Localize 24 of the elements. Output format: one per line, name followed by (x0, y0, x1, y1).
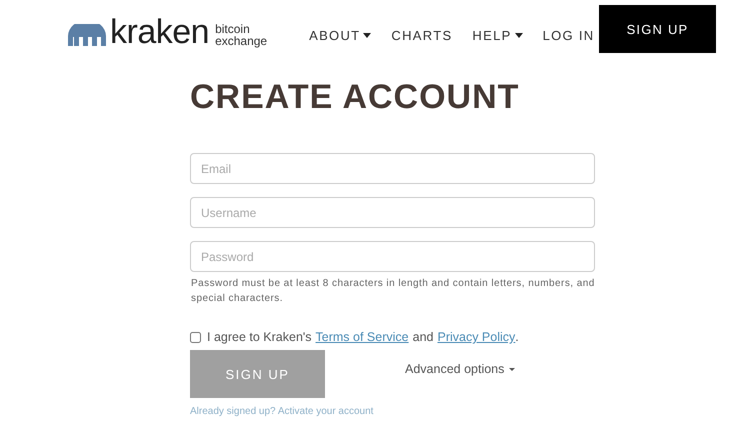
page-title: CREATE ACCOUNT (190, 78, 520, 117)
agree-text: and (412, 330, 434, 344)
input-field[interactable]: Password (190, 241, 595, 272)
agree-text: . (515, 330, 519, 344)
input-field[interactable]: Username (190, 197, 595, 228)
input-field[interactable]: Email (190, 153, 595, 184)
agree-checkbox[interactable] (190, 332, 201, 342)
privacy-link[interactable]: Privacy Policy (437, 330, 516, 344)
caret-icon (363, 32, 372, 38)
caret-icon (514, 32, 523, 38)
password-hint: Password must be at least 8 characters in length and contain letters, numbers, and special characters. (191, 277, 595, 306)
logo-tagline: bitcoin (215, 23, 251, 35)
nav-link[interactable]: CHARTS (391, 28, 452, 42)
sign-up-button[interactable]: SIGN UP (599, 5, 716, 53)
agree-text: I agree to Kraken's (207, 330, 312, 344)
nav-link[interactable]: HELP (472, 28, 523, 42)
nav-link[interactable]: ABOUT (309, 28, 372, 42)
caret-icon (509, 368, 516, 370)
logo-icon (68, 24, 106, 46)
logo-tagline: exchange (215, 35, 268, 47)
advanced-options-link[interactable]: Advanced options (405, 362, 516, 376)
nav-link[interactable]: LOG IN (542, 28, 594, 42)
terms-link[interactable]: Terms of Service (316, 330, 409, 344)
logo-wordmark: kraken (110, 15, 210, 49)
